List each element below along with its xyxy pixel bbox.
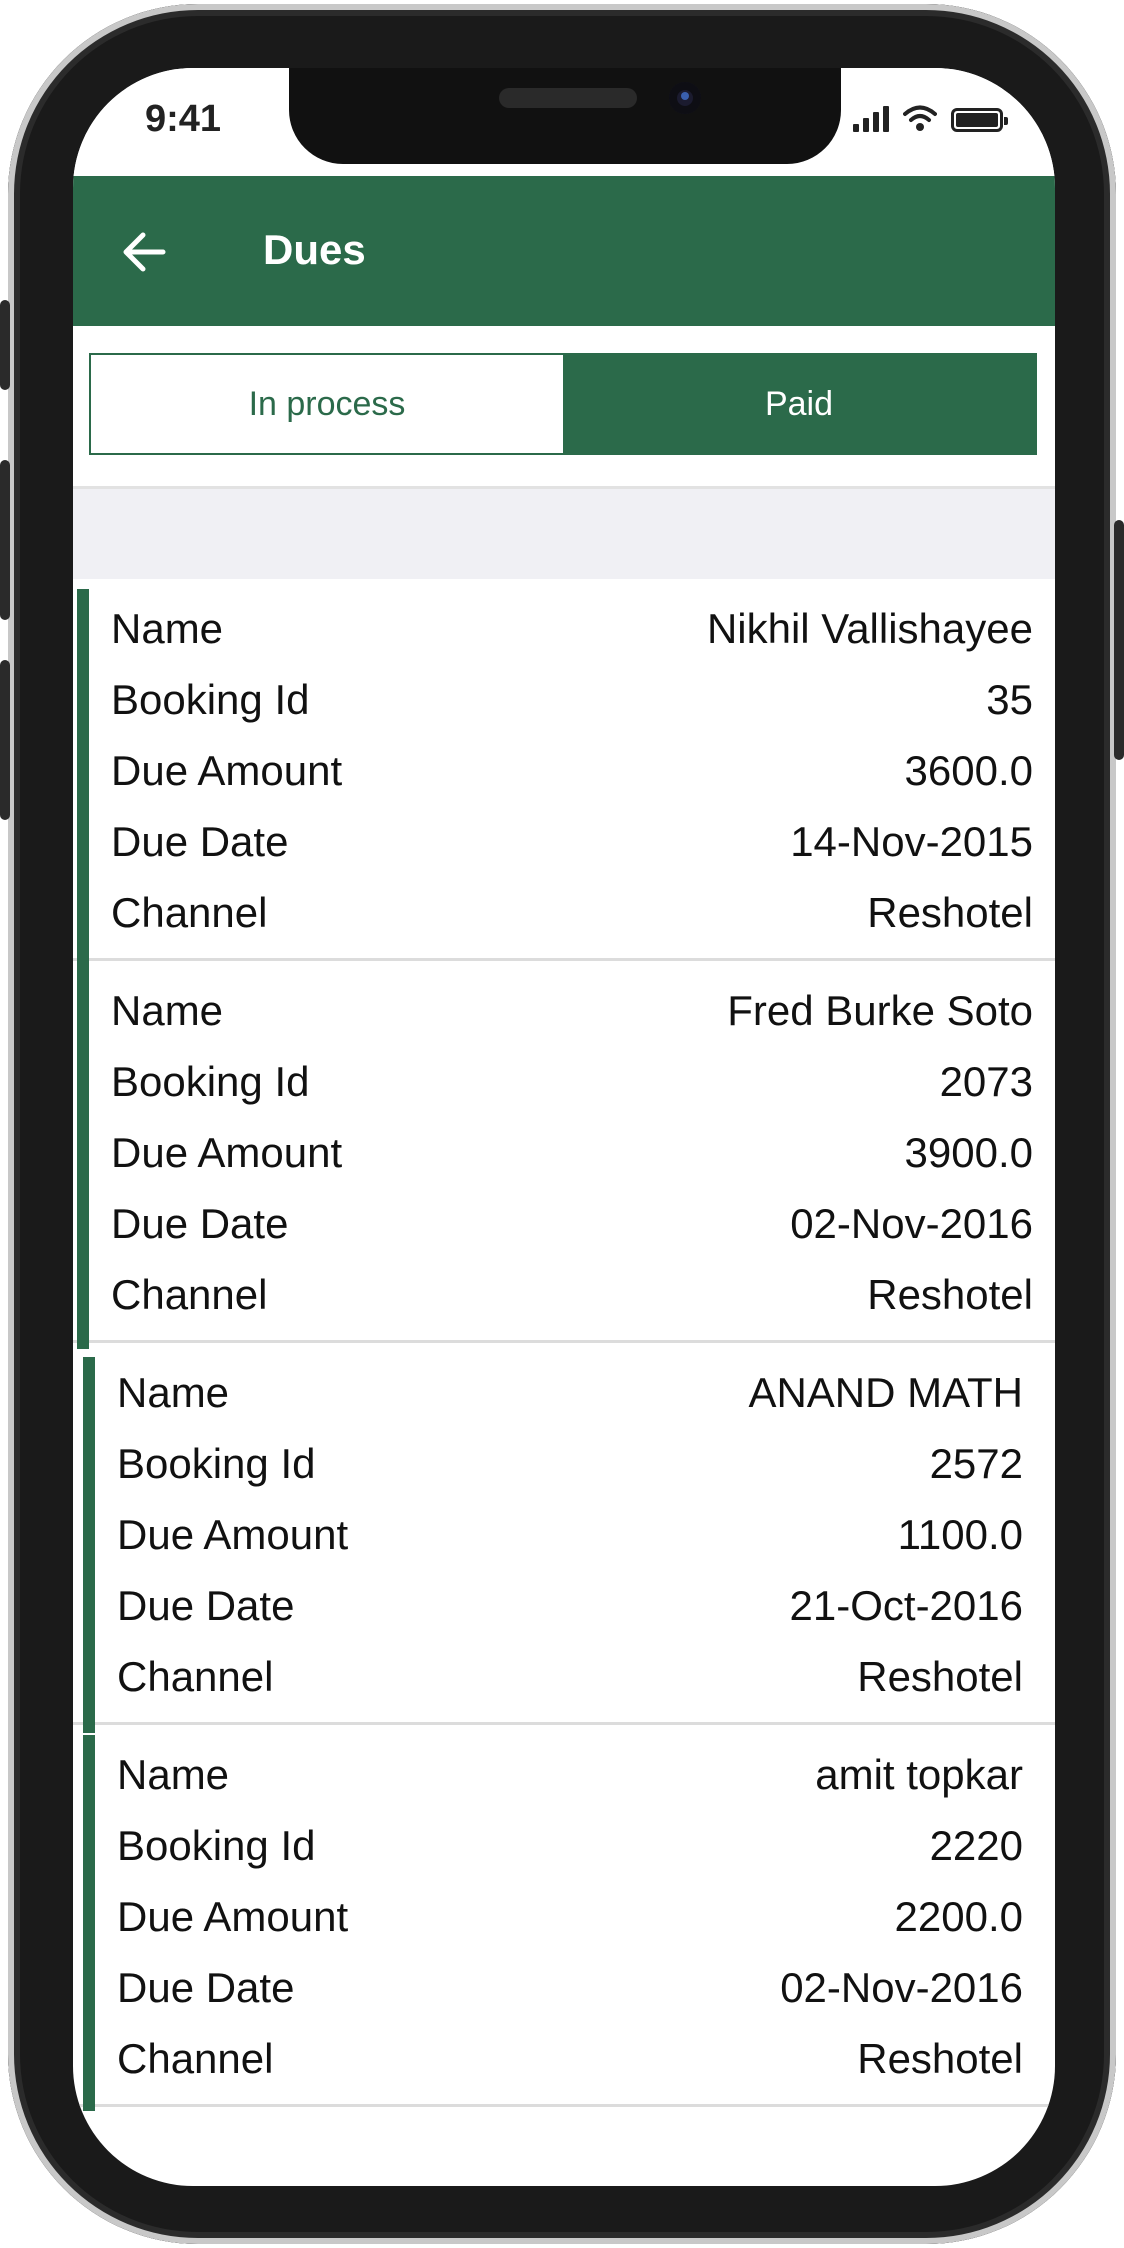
cellular-signal-icon bbox=[853, 104, 889, 132]
detail-row: Booking Id 2572 bbox=[73, 1428, 1055, 1499]
detail-row: Due Amount 3600.0 bbox=[73, 735, 1055, 806]
detail-value: Nikhil Vallishayee bbox=[706, 604, 1033, 652]
due-card[interactable]: Name Fred Burke Soto Booking Id 2073 Due Amo… bbox=[73, 961, 1055, 1349]
detail-value: 2200.0 bbox=[894, 1892, 1023, 1940]
detail-label: Booking Id bbox=[111, 1057, 310, 1105]
detail-row: Booking Id 35 bbox=[73, 664, 1055, 735]
detail-value: Reshotel bbox=[857, 1652, 1023, 1700]
detail-value: 21-Oct-2016 bbox=[789, 1581, 1023, 1629]
status-tabs: In process Paid bbox=[89, 353, 1037, 455]
detail-row: Due Amount 3900.0 bbox=[73, 1117, 1055, 1188]
detail-value: 1100.0 bbox=[897, 1510, 1023, 1558]
detail-row: Channel Reshotel bbox=[73, 877, 1055, 948]
detail-label: Name bbox=[117, 1368, 230, 1416]
detail-label: Due Date bbox=[117, 1963, 295, 2011]
tab-paid[interactable]: Paid bbox=[563, 355, 1035, 453]
detail-label: Name bbox=[111, 604, 224, 652]
status-icons bbox=[853, 104, 1008, 132]
notch bbox=[289, 68, 841, 164]
dues-list: Name Nikhil Vallishayee Booking Id 35 Due Am… bbox=[73, 581, 1055, 2111]
detail-value: 14-Nov-2015 bbox=[790, 817, 1033, 865]
detail-row: Booking Id 2220 bbox=[73, 1810, 1055, 1881]
detail-value: 2220 bbox=[929, 1821, 1023, 1869]
card-accent-bar bbox=[83, 1357, 95, 1733]
detail-label: Channel bbox=[117, 1652, 274, 1700]
due-card[interactable]: Name Nikhil Vallishayee Booking Id 35 Due Am… bbox=[73, 581, 1055, 969]
detail-label: Due Date bbox=[117, 1581, 295, 1629]
detail-value: 02-Nov-2016 bbox=[780, 1963, 1023, 2011]
detail-row: Name amit topkar bbox=[73, 1739, 1055, 1810]
detail-row: Channel Reshotel bbox=[73, 1641, 1055, 1712]
detail-label: Booking Id bbox=[111, 675, 310, 723]
detail-value: 35 bbox=[986, 675, 1033, 723]
detail-row: Channel Reshotel bbox=[73, 2023, 1055, 2094]
front-camera bbox=[669, 82, 701, 114]
detail-row: Booking Id 2073 bbox=[73, 1046, 1055, 1117]
detail-value: Reshotel bbox=[867, 1270, 1033, 1318]
card-accent-bar bbox=[77, 969, 89, 1349]
detail-row: Name Nikhil Vallishayee bbox=[73, 593, 1055, 664]
detail-label: Due Amount bbox=[117, 1510, 349, 1558]
detail-label: Due Amount bbox=[111, 746, 343, 794]
power-button bbox=[1114, 520, 1124, 760]
page-title: Dues bbox=[263, 226, 366, 273]
detail-row: Due Amount 2200.0 bbox=[73, 1881, 1055, 1952]
detail-label: Channel bbox=[111, 1270, 268, 1318]
detail-row: Due Date 14-Nov-2015 bbox=[73, 806, 1055, 877]
card-accent-bar bbox=[77, 589, 89, 969]
detail-value: 3600.0 bbox=[904, 746, 1033, 794]
volume-up-button bbox=[0, 460, 10, 620]
detail-label: Name bbox=[117, 1750, 230, 1798]
detail-label: Due Date bbox=[111, 817, 289, 865]
detail-value: amit topkar bbox=[815, 1750, 1023, 1798]
due-card[interactable]: Name ANAND MATH Booking Id 2572 Due Amount 11… bbox=[73, 1343, 1055, 1733]
detail-value: 3900.0 bbox=[904, 1128, 1033, 1176]
detail-label: Due Amount bbox=[111, 1128, 343, 1176]
card-accent-bar bbox=[83, 1735, 95, 2111]
detail-row: Due Date 02-Nov-2016 bbox=[73, 1188, 1055, 1259]
detail-value: Reshotel bbox=[857, 2034, 1023, 2082]
arrow-left-icon[interactable] bbox=[115, 222, 175, 282]
detail-label: Channel bbox=[111, 888, 268, 936]
detail-value: 2572 bbox=[929, 1439, 1023, 1487]
detail-row: Name Fred Burke Soto bbox=[73, 975, 1055, 1046]
detail-label: Due Amount bbox=[117, 1892, 349, 1940]
mute-switch bbox=[0, 300, 10, 390]
detail-value: 02-Nov-2016 bbox=[790, 1199, 1033, 1247]
wifi-icon bbox=[903, 105, 937, 131]
speaker-grille bbox=[499, 88, 637, 108]
phone-screen: 9:41 Dues In process Paid Name Nikhil Val… bbox=[73, 68, 1055, 2186]
detail-label: Due Date bbox=[111, 1199, 289, 1247]
detail-row: Channel Reshotel bbox=[73, 1259, 1055, 1330]
detail-row: Due Amount 1100.0 bbox=[73, 1499, 1055, 1570]
detail-value: Fred Burke Soto bbox=[727, 986, 1033, 1034]
detail-label: Booking Id bbox=[117, 1439, 316, 1487]
spacer-band bbox=[73, 489, 1055, 579]
app-bar: Dues bbox=[73, 176, 1055, 326]
detail-row: Due Date 02-Nov-2016 bbox=[73, 1952, 1055, 2023]
detail-label: Booking Id bbox=[117, 1821, 316, 1869]
detail-value: Reshotel bbox=[867, 888, 1033, 936]
detail-row: Name ANAND MATH bbox=[73, 1357, 1055, 1428]
detail-value: 2073 bbox=[939, 1057, 1033, 1105]
detail-label: Channel bbox=[117, 2034, 274, 2082]
status-time: 9:41 bbox=[145, 98, 222, 140]
battery-icon bbox=[951, 108, 1008, 132]
tab-in-process[interactable]: In process bbox=[91, 355, 563, 453]
detail-row: Due Date 21-Oct-2016 bbox=[73, 1570, 1055, 1641]
due-card[interactable]: Name amit topkar Booking Id 2220 Due Amount 2… bbox=[73, 1725, 1055, 2111]
detail-value: ANAND MATH bbox=[748, 1368, 1023, 1416]
volume-down-button bbox=[0, 660, 10, 820]
detail-label: Name bbox=[111, 986, 224, 1034]
